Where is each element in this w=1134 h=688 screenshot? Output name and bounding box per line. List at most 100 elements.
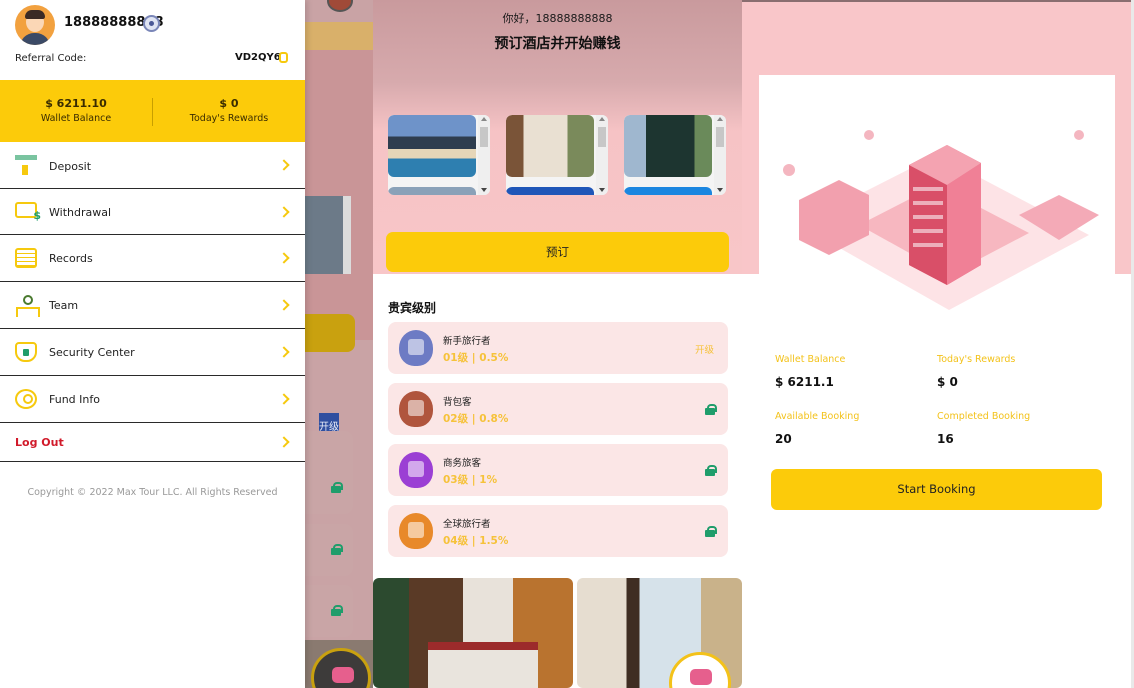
- stats-page: Wallet Balance $ 6211.1 Today's Rewards …: [742, 0, 1134, 688]
- wallet-balance-label: Wallet Balance: [40, 113, 112, 124]
- level-card[interactable]: 新手旅行者 01级 | 0.5% 开级: [388, 322, 728, 374]
- lock-icon: [331, 482, 343, 493]
- scrollbar[interactable]: [478, 115, 490, 195]
- background-level-card: [305, 524, 353, 576]
- level-card[interactable]: 商务旅客 03级 | 1%: [388, 444, 728, 496]
- menu-item-security-center[interactable]: Security Center: [0, 329, 305, 376]
- background-hero: [305, 50, 373, 340]
- hotel-card[interactable]: [506, 115, 608, 195]
- level-badge-icon: [399, 330, 433, 366]
- background-page-overlay[interactable]: 开级: [305, 0, 373, 688]
- records-icon: [15, 248, 37, 268]
- background-top-strip: [305, 22, 373, 50]
- level-badge-icon: [399, 513, 433, 549]
- copyright: Copyright © 2022 Max Tour LLC. All Right…: [27, 487, 278, 498]
- menu-item-team[interactable]: Team: [0, 282, 305, 329]
- wallet-balance-value: $ 6211.1: [775, 375, 834, 389]
- level-name: 商务旅客: [443, 458, 482, 469]
- level-rate: 03级 | 1%: [443, 474, 498, 486]
- level-rate: 04级 | 1.5%: [443, 535, 509, 547]
- chevron-right-icon: [278, 299, 290, 311]
- menu-item-withdrawal[interactable]: Withdrawal: [0, 189, 305, 235]
- level-badge-icon: [399, 391, 433, 427]
- chevron-right-icon: [278, 436, 290, 448]
- team-icon: [15, 295, 40, 317]
- hotel-image: [624, 115, 712, 177]
- menu-item-fund-info[interactable]: Fund Info: [0, 376, 305, 423]
- menu-item-records[interactable]: Records: [0, 235, 305, 282]
- level-badge-icon: [399, 452, 433, 488]
- balance-summary: $ 6211.10 Wallet Balance $ 0 Today's Rew…: [0, 80, 305, 142]
- chevron-right-icon: [278, 346, 290, 358]
- available-booking-value: 20: [775, 432, 792, 446]
- upgrade-button[interactable]: 开级: [695, 342, 714, 356]
- chevron-right-icon: [278, 252, 290, 264]
- todays-rewards-value: $ 0: [219, 97, 239, 110]
- lock-icon: [331, 605, 343, 616]
- room-photo[interactable]: [373, 578, 573, 688]
- todays-rewards-label: Today's Rewards: [189, 113, 269, 124]
- withdrawal-icon: [15, 202, 41, 222]
- vip-level-title: 贵宾级别: [388, 301, 437, 315]
- todays-rewards-value: $ 0: [937, 375, 958, 389]
- level-rate: 01级 | 0.5%: [443, 352, 509, 364]
- level-name: 全球旅行者: [443, 519, 491, 530]
- menu-item-label: Records: [49, 252, 93, 265]
- menu-item-label: Team: [49, 299, 79, 312]
- lock-icon: [705, 404, 717, 415]
- background-circle-icon: [327, 0, 353, 12]
- hotel-image: [506, 115, 594, 177]
- wallet-balance-label: Wallet Balance: [775, 354, 846, 365]
- hotel-card[interactable]: [624, 115, 726, 195]
- level-rate: 02级 | 0.8%: [443, 413, 509, 425]
- chevron-right-icon: [278, 393, 290, 405]
- background-level-card: [305, 585, 353, 637]
- wallet-balance-value: $ 6211.10: [45, 97, 107, 110]
- security-icon: [15, 342, 37, 362]
- menu-item-label: Security Center: [49, 346, 135, 359]
- level-card[interactable]: 背包客 02级 | 0.8%: [388, 383, 728, 435]
- fund-info-icon: [15, 389, 37, 409]
- isometric-hotel-illustration: [759, 75, 1115, 323]
- page-title: 预订酒店并开始赚钱: [494, 36, 621, 52]
- chevron-right-icon: [278, 159, 290, 171]
- referral-label: Referral Code:: [15, 53, 87, 64]
- vip-badge-icon: [143, 15, 160, 32]
- copy-icon[interactable]: [279, 52, 288, 63]
- hotel-image-next: [506, 187, 594, 195]
- lock-icon: [331, 544, 343, 555]
- start-booking-button[interactable]: Start Booking: [771, 469, 1102, 510]
- background-level-card: [305, 462, 353, 514]
- level-name: 背包客: [443, 397, 472, 408]
- hotel-image: [388, 115, 476, 177]
- background-hotel-thumb: [305, 196, 351, 274]
- scrollbar[interactable]: [596, 115, 608, 195]
- top-border: [742, 0, 1134, 2]
- menu-item-label: Deposit: [49, 160, 92, 173]
- available-booking-label: Available Booking: [775, 411, 860, 422]
- menu-item-label: Fund Info: [49, 393, 100, 406]
- deposit-icon: [15, 155, 37, 175]
- greeting: 你好，18888888888: [502, 12, 613, 25]
- lock-icon: [705, 465, 717, 476]
- hotel-card[interactable]: [388, 115, 490, 195]
- completed-booking-value: 16: [937, 432, 954, 446]
- referral-code: VD2QY6: [235, 52, 281, 63]
- lock-icon: [705, 526, 717, 537]
- hotel-image-next: [624, 187, 712, 195]
- screenshot-composite: 开级 18888888888 Referral Code: VD2QY6 $ 6…: [0, 0, 1134, 688]
- chevron-right-icon: [278, 206, 290, 218]
- wallet-balance: $ 6211.10 Wallet Balance: [0, 97, 152, 124]
- background-book-button: [305, 314, 355, 352]
- avatar[interactable]: [15, 5, 55, 45]
- scrollbar[interactable]: [714, 115, 726, 195]
- level-name: 新手旅行者: [443, 336, 491, 347]
- side-drawer: 18888888888 Referral Code: VD2QY6 $ 6211…: [0, 0, 305, 688]
- todays-rewards-label: Today's Rewards: [937, 354, 1016, 365]
- logout-row[interactable]: Log Out: [0, 423, 305, 462]
- book-button[interactable]: 预订: [386, 232, 729, 272]
- menu-item-deposit[interactable]: Deposit: [0, 142, 305, 189]
- level-card[interactable]: 全球旅行者 04级 | 1.5%: [388, 505, 728, 557]
- menu-item-label: Withdrawal: [49, 206, 112, 219]
- todays-rewards: $ 0 Today's Rewards: [153, 97, 305, 124]
